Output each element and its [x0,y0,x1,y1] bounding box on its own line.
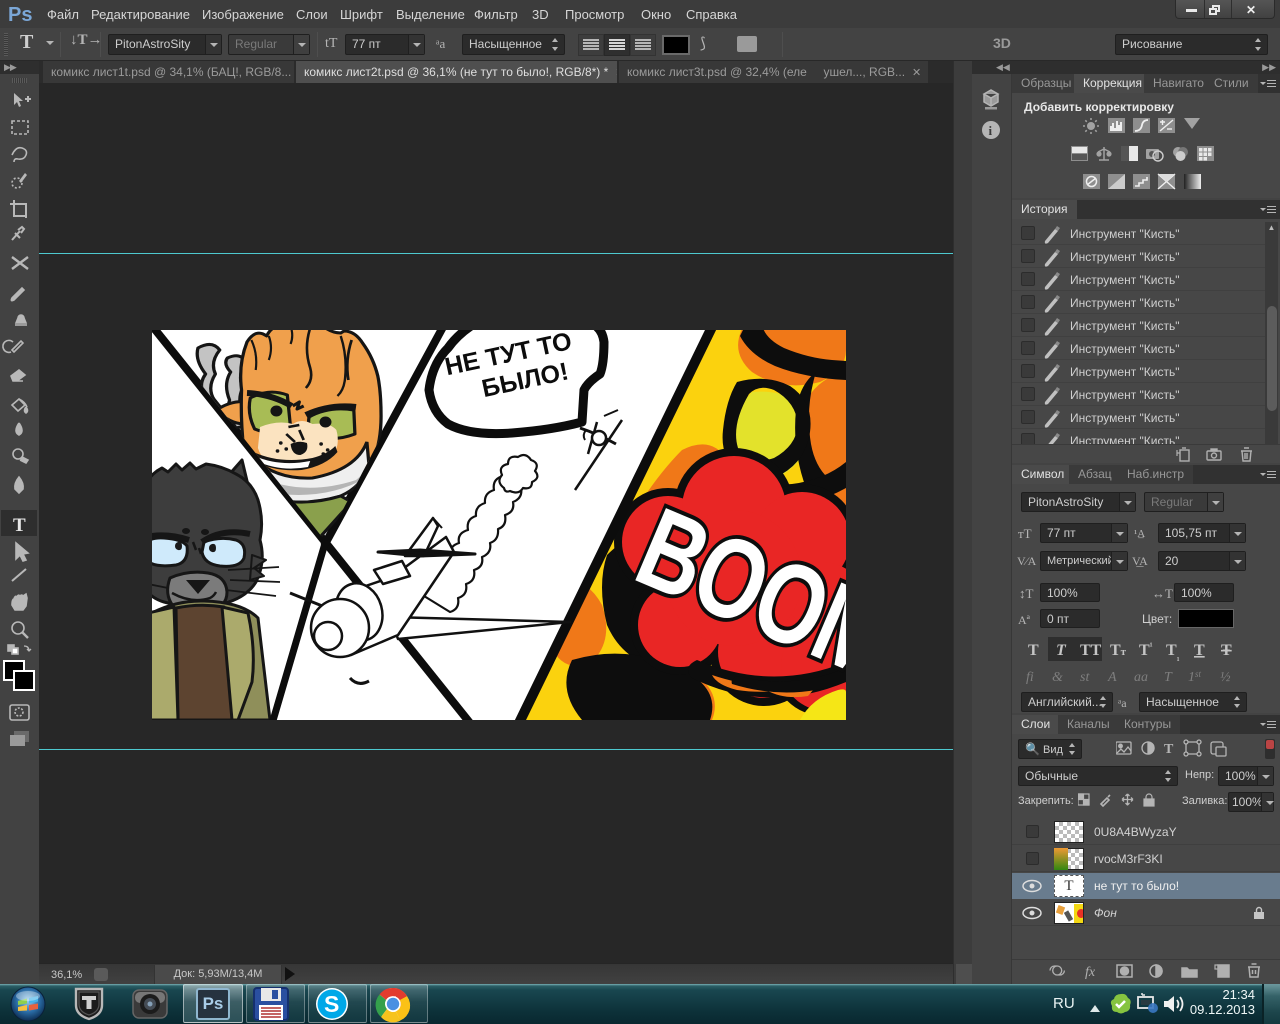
svg-text:Aª: Aª [1018,613,1031,627]
svg-text:TT: TT [1080,642,1102,659]
svg-text:S: S [324,991,339,1017]
svg-text:T: T [13,515,26,536]
svg-text:aa: aa [1134,670,1148,685]
svg-text:V͟A: V͟A [1132,554,1148,568]
svg-text:T: T [1028,642,1039,659]
svg-text:↔T: ↔T [1152,586,1173,601]
svg-text:T: T [1194,642,1205,659]
svg-text:Tт: Tт [1110,642,1127,659]
svg-text:¹A̲: ¹A̲ [1134,528,1145,540]
svg-text:A: A [1107,670,1117,685]
svg-text:T: T [1164,670,1173,685]
svg-text:V⁄A: V⁄A [1017,554,1037,568]
svg-text:тT: тT [1018,526,1032,541]
svg-text:1st: 1st [1188,669,1202,685]
svg-text:fx: fx [1085,965,1096,980]
svg-text:Ŧ: Ŧ [1221,642,1232,659]
svg-text:st: st [1080,670,1090,685]
svg-text:↕T: ↕T [1019,586,1034,601]
svg-text:T: T [1164,742,1174,757]
svg-text:T₁: T₁ [1166,642,1180,661]
svg-text:T: T [1056,642,1067,659]
svg-text:i: i [989,123,993,138]
svg-text:T¹: T¹ [1139,641,1153,659]
svg-text:ᵃa: ᵃa [1118,696,1127,710]
svg-text:½: ½ [1220,670,1231,685]
svg-text:fi: fi [1026,670,1034,685]
svg-text:&: & [1052,670,1063,685]
